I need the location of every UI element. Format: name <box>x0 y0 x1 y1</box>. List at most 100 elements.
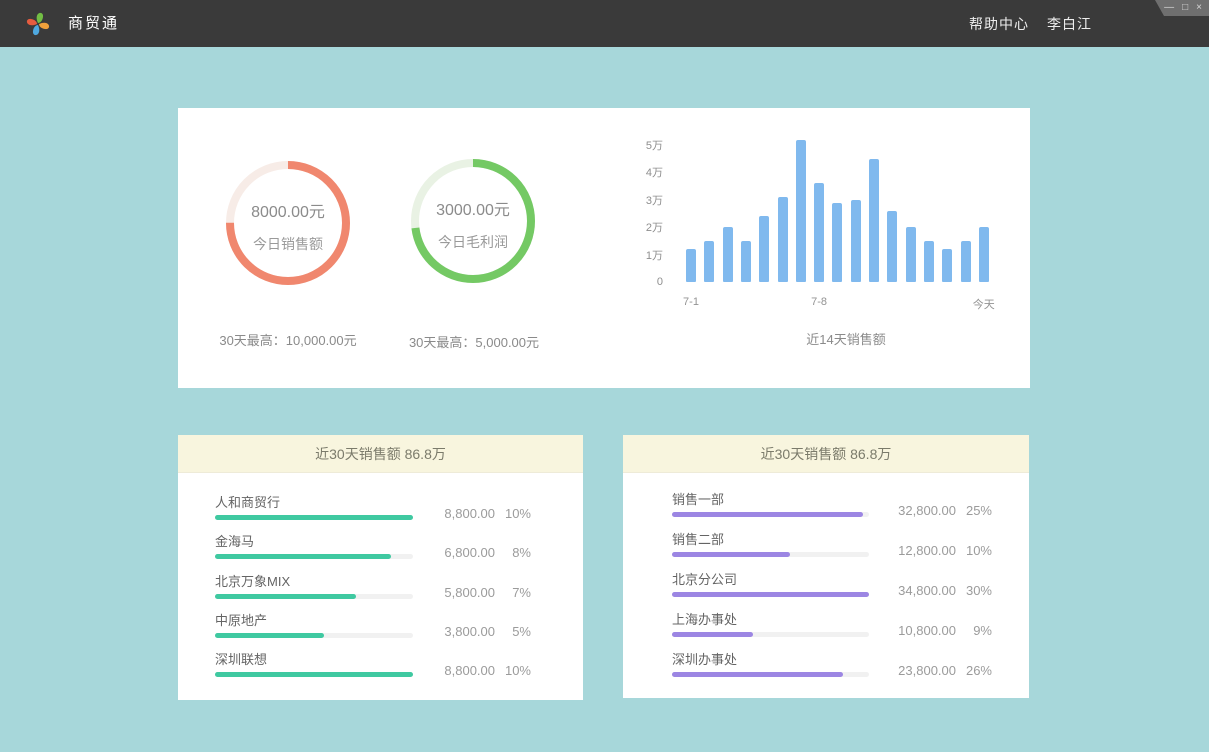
sales-bar <box>851 200 861 282</box>
amount: 8,800.00 <box>444 506 495 521</box>
rank-row-value: 3,800.005% <box>444 624 531 639</box>
amount: 3,800.00 <box>444 624 495 639</box>
percent: 10% <box>495 506 531 521</box>
rank-row-name: 销售二部 <box>672 529 724 548</box>
pinwheel-logo-icon <box>24 10 52 38</box>
amount: 34,800.00 <box>898 583 956 598</box>
overview-card: 8000.00元 今日销售额 30天最高：10,000.00元 3000.00元… <box>178 108 1030 388</box>
percent: 5% <box>495 624 531 639</box>
rank-bar <box>672 512 863 517</box>
rank-bar-track <box>672 512 869 517</box>
y-axis-tick: 3万 <box>613 192 663 208</box>
rank-bar <box>672 672 843 677</box>
sales-bar <box>887 211 897 282</box>
sales-bar <box>723 227 733 282</box>
sales-bar <box>942 249 952 282</box>
y-axis-tick: 0 <box>613 276 663 288</box>
y-axis-tick: 1万 <box>613 247 663 263</box>
customer-sales-ranking-card: 近30天销售额 86.8万 人和商贸行8,800.0010%金海马6,800.0… <box>178 435 583 700</box>
sales-bar <box>686 249 696 282</box>
amount: 5,800.00 <box>444 585 495 600</box>
rank-bar <box>215 633 324 638</box>
rank-bar <box>672 592 869 597</box>
user-name-menu[interactable]: 李白江 <box>1047 14 1092 34</box>
ranking-card-title: 近30天销售额 86.8万 <box>623 435 1029 473</box>
percent: 30% <box>956 583 992 598</box>
rank-bar-track <box>215 515 413 520</box>
rank-bar <box>215 672 413 677</box>
amount: 6,800.00 <box>444 545 495 560</box>
department-sales-ranking-card: 近30天销售额 86.8万 销售一部 32,800.0025% 销售二部 12,800… <box>623 435 1029 698</box>
rank-row-name: 销售一部 <box>672 489 724 508</box>
rank-bar <box>215 554 391 559</box>
rank-row-name: 北京分公司 <box>672 569 737 588</box>
rank-bar-track <box>672 592 869 597</box>
rank-row-value: 8,800.0010% <box>444 506 531 521</box>
x-axis-label: 今天 <box>973 296 995 312</box>
bar-chart-title: 近14天销售额 <box>686 329 1006 348</box>
x-axis-label: 7-1 <box>683 296 699 308</box>
sales-bar <box>924 241 934 282</box>
rank-row-name: 金海马 <box>215 531 254 550</box>
percent: 25% <box>956 503 992 518</box>
amount: 23,800.00 <box>898 663 956 678</box>
sales-bar <box>741 241 751 282</box>
rank-row-value: 8,800.0010% <box>444 663 531 678</box>
maximize-button[interactable]: □ <box>1182 3 1188 13</box>
rank-row-value: 34,800.0030% <box>898 583 992 598</box>
rank-row-name: 人和商贸行 <box>215 492 280 511</box>
rank-row-value: 10,800.009% <box>898 623 992 638</box>
app-window: 商贸通 帮助中心 李白江 — □ × 8000.00元 今日销售额 30天最高：… <box>0 0 1209 752</box>
sales-bar <box>961 241 971 282</box>
amount: 8,800.00 <box>444 663 495 678</box>
top-nav: 帮助中心 李白江 <box>969 0 1092 47</box>
y-axis-tick: 4万 <box>613 164 663 180</box>
rank-row-value: 12,800.0010% <box>898 543 992 558</box>
rank-bar <box>215 594 356 599</box>
percent: 10% <box>495 663 531 678</box>
rank-row-name: 上海办事处 <box>672 609 737 628</box>
rank-bar <box>672 552 790 557</box>
rank-bar-track <box>215 672 413 677</box>
y-axis-tick: 5万 <box>613 137 663 153</box>
window-controls: — □ × <box>1155 0 1209 16</box>
sales-bar <box>704 241 714 282</box>
rank-row-name: 北京万象MIX <box>215 571 290 590</box>
rank-bar <box>672 632 753 637</box>
sales-bar <box>979 227 989 282</box>
minimize-button[interactable]: — <box>1164 3 1174 13</box>
help-center-link[interactable]: 帮助中心 <box>969 14 1029 34</box>
close-button[interactable]: × <box>1196 3 1202 13</box>
sales-bar <box>778 197 788 282</box>
sales-bar <box>832 203 842 282</box>
rank-bar-track <box>215 554 413 559</box>
amount: 10,800.00 <box>898 623 956 638</box>
ranking-card-title: 近30天销售额 86.8万 <box>178 435 583 473</box>
sales-bar <box>814 183 824 282</box>
percent: 7% <box>495 585 531 600</box>
top-bar: 商贸通 帮助中心 李白江 — □ × <box>0 0 1209 47</box>
ranking-list: 人和商贸行8,800.0010%金海马6,800.008%北京万象MIX5,80… <box>178 473 583 700</box>
ranking-list: 销售一部 32,800.0025% 销售二部 12,800.0010% 北京分公司 34,… <box>623 473 1029 698</box>
percent: 8% <box>495 545 531 560</box>
sales-bar <box>796 140 806 282</box>
x-axis-label: 7-8 <box>811 296 827 308</box>
rank-bar <box>215 515 413 520</box>
rank-row-value: 5,800.007% <box>444 585 531 600</box>
amount: 32,800.00 <box>898 503 956 518</box>
rank-bar-track <box>215 633 413 638</box>
rank-row-value: 6,800.008% <box>444 545 531 560</box>
rank-bar-track <box>672 632 869 637</box>
y-axis-tick: 2万 <box>613 219 663 235</box>
percent: 9% <box>956 623 992 638</box>
rank-bar-track <box>672 672 869 677</box>
rank-row-value: 23,800.0026% <box>898 663 992 678</box>
rank-row-name: 深圳联想 <box>215 649 267 668</box>
sales-bar <box>906 227 916 282</box>
amount: 12,800.00 <box>898 543 956 558</box>
rank-bar-track <box>215 594 413 599</box>
percent: 26% <box>956 663 992 678</box>
rank-row-value: 32,800.0025% <box>898 503 992 518</box>
rank-row-name: 中原地产 <box>215 610 267 629</box>
percent: 10% <box>956 543 992 558</box>
